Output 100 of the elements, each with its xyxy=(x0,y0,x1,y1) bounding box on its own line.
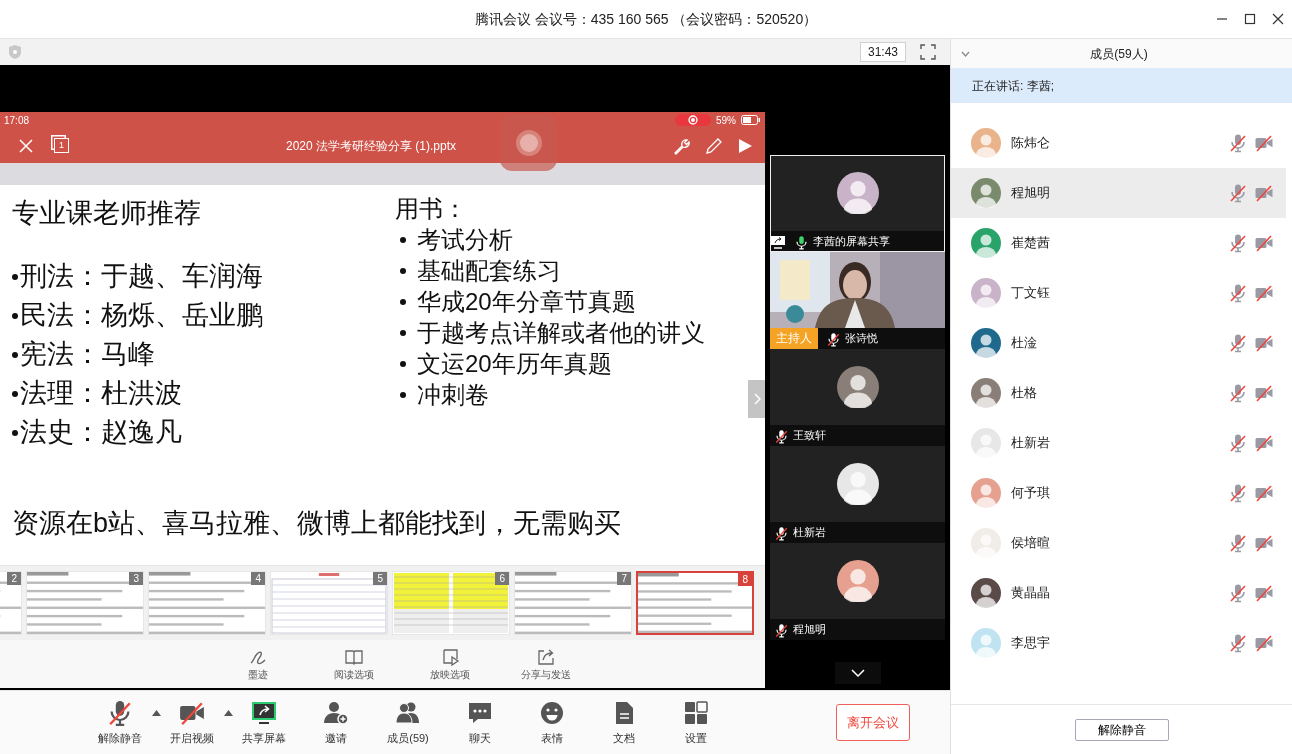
slide-number: 3 xyxy=(129,572,143,585)
slide-number: 6 xyxy=(495,572,509,585)
member-name: 何予琪 xyxy=(1011,484,1050,503)
video-tile[interactable]: 程旭明 xyxy=(770,543,945,640)
tool-button[interactable]: 墨迹 xyxy=(210,646,306,682)
member-name: 杜格 xyxy=(1011,384,1037,403)
document-title: 2020 法学考研经验分享 (1).pptx xyxy=(285,137,456,155)
member-row[interactable]: 李思宇 xyxy=(951,618,1286,668)
host-badge: 主持人 xyxy=(770,328,818,349)
unmute-all-button[interactable]: 解除静音 xyxy=(1074,718,1169,741)
avatar xyxy=(836,366,879,408)
muted-microphone-icon xyxy=(1228,183,1248,203)
window-title: 腾讯会议 会议号：435 160 565 （会议密码：520520） xyxy=(474,9,818,29)
slide-thumbnail[interactable]: 3 xyxy=(26,571,144,635)
muted-microphone-icon xyxy=(1228,383,1248,403)
member-name: 侯培暄 xyxy=(1011,534,1050,553)
member-row[interactable]: 丁文钰 xyxy=(951,268,1286,318)
microphone-button[interactable]: 解除静音 xyxy=(90,698,150,747)
member-row[interactable]: 杜格 xyxy=(951,368,1286,418)
video-tile[interactable]: 李茜的屏幕共享 xyxy=(770,155,945,252)
leave-meeting-button[interactable]: 离开会议 xyxy=(836,703,910,742)
member-row[interactable]: 黄晶晶 xyxy=(951,568,1286,618)
collapse-button[interactable] xyxy=(835,662,881,684)
slide-thumbnail[interactable]: 4 xyxy=(148,571,266,635)
member-name: 陈炜仑 xyxy=(1011,134,1050,153)
slide-thumbnail[interactable]: 8 xyxy=(636,571,754,635)
slide-text: 刑法：于越、车润海 xyxy=(20,260,263,293)
slide-text: 于越考点详解或者他的讲义 xyxy=(417,318,705,348)
maximize-icon xyxy=(1244,13,1256,25)
bullet-icon xyxy=(400,236,406,243)
share-screen-button[interactable]: 共享屏幕 xyxy=(234,698,294,747)
slide-text: 文运20年历年真题 xyxy=(417,349,612,379)
invite-button[interactable]: 邀请 xyxy=(306,698,366,747)
video-tile[interactable]: 王致轩 xyxy=(770,349,945,446)
muted-microphone-icon xyxy=(1228,233,1248,253)
bullet-icon xyxy=(400,298,406,305)
reaction-button[interactable]: 表情 xyxy=(522,698,582,747)
video-tile[interactable]: 主持人 张诗悦 xyxy=(770,252,945,349)
circle-icon xyxy=(513,127,544,158)
slide-thumbnail[interactable]: 5 xyxy=(270,571,388,635)
bullet-icon xyxy=(12,429,18,436)
settings-button[interactable]: 设置 xyxy=(666,698,726,747)
camera-off-icon xyxy=(1254,283,1274,303)
bullet-icon xyxy=(400,267,406,274)
tool-button[interactable]: 分享与发送 xyxy=(498,646,594,682)
member-row[interactable]: 杜新岩 xyxy=(951,418,1286,468)
member-row[interactable]: 侯培暄 xyxy=(951,518,1286,568)
camera-off-icon xyxy=(1254,433,1274,453)
avatar xyxy=(971,228,1001,258)
camera-button[interactable]: 开启视频 xyxy=(162,698,222,747)
muted-microphone-icon xyxy=(774,428,789,444)
video-tile[interactable]: 杜新岩 xyxy=(770,446,945,543)
slide-thumbnail[interactable]: 6 xyxy=(392,571,510,635)
muted-microphone-icon xyxy=(1228,133,1248,153)
slideshow-icon xyxy=(440,646,460,667)
slide-text: 考试分析 xyxy=(417,225,513,255)
slide-number: 4 xyxy=(251,572,265,585)
muted-microphone-icon xyxy=(826,331,841,347)
slide-thumbnail[interactable]: 7 xyxy=(514,571,632,635)
slide-text: 冲刺卷 xyxy=(417,380,489,410)
camera-off-icon xyxy=(1254,633,1274,653)
panel-title: 成员(59人) xyxy=(1089,45,1149,63)
tool-button[interactable]: 阅读选项 xyxy=(306,646,402,682)
slide-number: 8 xyxy=(738,573,752,586)
member-row[interactable]: 何予琪 xyxy=(951,468,1286,518)
battery-level: 59% xyxy=(716,113,736,128)
member-name: 程旭明 xyxy=(1011,184,1050,203)
grid-icon xyxy=(682,698,710,727)
close-icon xyxy=(18,137,34,154)
camera-off-icon xyxy=(1254,483,1274,503)
tool-button[interactable]: 放映选项 xyxy=(402,646,498,682)
slide-heading: 专业课老师推荐 xyxy=(12,197,202,230)
members-button[interactable]: 成员(59) xyxy=(378,698,438,747)
avatar xyxy=(971,278,1001,308)
member-row[interactable]: 崔楚茜 xyxy=(951,218,1286,268)
participant-name: 王致轩 xyxy=(793,428,826,444)
muted-microphone-icon xyxy=(1228,433,1248,453)
pencil-icon xyxy=(705,136,723,155)
page-button[interactable]: 1 xyxy=(54,138,69,153)
avatar xyxy=(971,328,1001,358)
avatar xyxy=(971,478,1001,508)
slide-text: 宪法：马峰 xyxy=(20,338,155,371)
chat-button[interactable]: 聊天 xyxy=(450,698,510,747)
avatar xyxy=(971,628,1001,658)
camera-off-icon xyxy=(1254,233,1274,253)
member-row[interactable]: 陈炜仑 xyxy=(951,118,1286,168)
close-icon xyxy=(1272,13,1284,25)
member-name: 杜新岩 xyxy=(1011,434,1050,453)
member-row[interactable]: 程旭明 xyxy=(951,168,1286,218)
documents-button[interactable]: 文档 xyxy=(594,698,654,747)
slide-thumbnail[interactable]: 2 xyxy=(0,571,22,635)
avatar xyxy=(836,172,879,214)
avatar xyxy=(971,578,1001,608)
camera-off-icon xyxy=(1254,383,1274,403)
member-row[interactable]: 杜淦 xyxy=(951,318,1286,368)
bullet-icon xyxy=(12,273,18,280)
bullet-icon xyxy=(12,351,18,358)
slide-text: 用书： xyxy=(395,194,467,224)
shield-icon xyxy=(8,44,22,60)
member-name: 李思宇 xyxy=(1011,634,1050,653)
